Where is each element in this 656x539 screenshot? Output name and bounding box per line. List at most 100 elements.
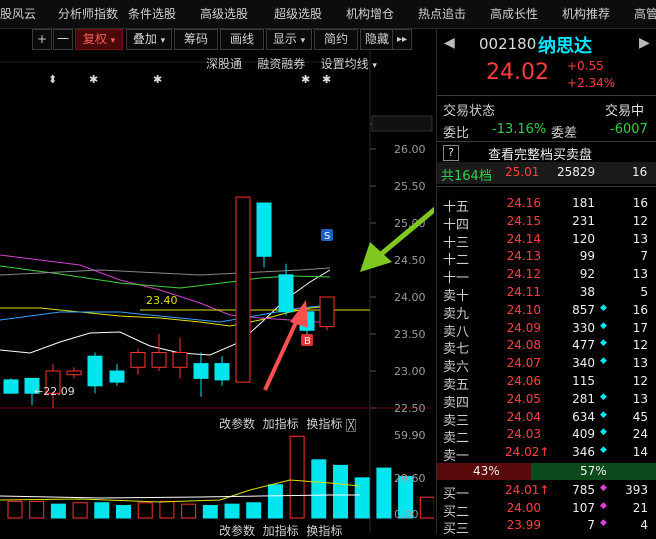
volume-bar — [181, 503, 197, 519]
event-marker-icon[interactable]: ✱ — [89, 73, 98, 86]
book-price: 24.05 — [506, 391, 541, 406]
sell-ratio: 43% — [473, 464, 500, 478]
book-price: 24.06 — [506, 374, 541, 388]
event-marker-icon[interactable]: ✱ — [301, 73, 310, 86]
prev-stock-icon[interactable]: ◀ — [444, 35, 455, 51]
volume-bar — [202, 505, 218, 519]
book-price: 24.01↑ — [505, 483, 550, 497]
book-flag-icon: ◆ — [600, 302, 607, 313]
switch-indicator-button[interactable]: 换指标 — [306, 417, 342, 431]
zoom-out-button[interactable]: 一 — [53, 29, 73, 50]
book-flag-icon: ◆ — [600, 518, 607, 528]
link-ma-settings[interactable]: 设置均线 — [321, 57, 369, 71]
zoom-in-button[interactable]: + — [32, 29, 52, 50]
next-stock-icon[interactable]: ▶ — [639, 35, 650, 51]
book-level-label: 十三 — [443, 235, 470, 251]
draw-line-button[interactable]: 画线 — [220, 29, 264, 50]
tab-7[interactable]: 高成长性 — [490, 0, 538, 28]
high-label: 23.40 — [146, 294, 178, 307]
candle-body — [278, 274, 294, 313]
book-volume: 340 — [572, 356, 595, 371]
book-count: 13 — [632, 231, 648, 246]
tab-1[interactable]: 分析师指数 — [58, 0, 118, 28]
last-price: 24.02 — [486, 60, 549, 85]
kline-chart[interactable]: 26.2726.0025.5025.0024.5024.0023.5023.00… — [0, 50, 434, 533]
stock-code: 002180 — [479, 35, 537, 53]
book-volume: 92 — [579, 267, 595, 282]
book-price: 24.08 — [506, 338, 541, 353]
chevron-down-icon: ▾ — [110, 36, 116, 46]
top-tab-bar: 股风云 分析师指数 条件选股 高级选股 超级选股 机构增仓 热点追击 高成长性 机构推荐 高管 — [0, 0, 656, 29]
book-level-label: 卖六 — [443, 360, 470, 376]
add-indicator-button[interactable]: 加指标 — [263, 524, 299, 538]
volume-tick: 29.60 — [394, 472, 426, 485]
volume-bar — [333, 464, 348, 519]
book-volume: 231 — [572, 213, 595, 228]
book-flag-icon: ◆ — [600, 391, 607, 402]
book-count: 12 — [632, 374, 648, 388]
book-count: 16 — [632, 302, 648, 317]
tab-8[interactable]: 机构推荐 — [562, 0, 610, 28]
price-tick: 22.50 — [394, 402, 426, 415]
price-change-pct: +2.34% — [567, 76, 616, 90]
tab-2[interactable]: 条件选股 — [128, 0, 176, 28]
overlay-dropdown[interactable]: 叠加 ▾ — [126, 29, 172, 50]
weicha-label: 委差 — [551, 126, 578, 141]
add-indicator-button[interactable]: 加指标 — [263, 417, 299, 431]
link-rongzi[interactable]: 融资融券 — [257, 57, 305, 71]
candle-body — [109, 370, 125, 383]
tab-5[interactable]: 机构增仓 — [346, 0, 394, 28]
event-marker-icon[interactable]: ✱ — [153, 73, 162, 86]
fuquan-dropdown[interactable]: 复权 ▾ — [75, 29, 123, 50]
chart-top-links: 深股通 融资融券 设置均线 ▾ — [206, 55, 377, 72]
tab-6[interactable]: 热点追击 — [418, 0, 466, 28]
switch-indicator-button[interactable]: 换指标 — [306, 524, 342, 538]
tab-0[interactable]: 股风云 — [0, 0, 36, 28]
link-shengutong[interactable]: 深股通 — [206, 57, 242, 71]
help-icon[interactable]: ? — [443, 145, 459, 161]
book-volume: 477 — [572, 338, 595, 353]
hide-button[interactable]: 隐藏 — [360, 29, 394, 50]
book-level-label: 卖四 — [443, 395, 470, 411]
book-price: 24.00 — [506, 500, 541, 515]
event-marker-icon[interactable]: ✱ — [322, 73, 331, 86]
full-book-link[interactable]: 查看完整档买卖盘 — [488, 144, 592, 163]
volume-bar — [50, 503, 66, 519]
price-tick: 25.50 — [394, 180, 426, 193]
display-dropdown[interactable]: 显示 ▾ — [266, 29, 312, 50]
indicator-toolbar-2: 改参数 加指标 换指标 — [219, 522, 342, 539]
book-count: 5 — [640, 285, 648, 299]
book-flag-icon: ◆ — [600, 427, 607, 438]
book-flag-icon: ◆ — [600, 338, 607, 349]
book-volume: 38 — [579, 285, 595, 299]
price-tick: 26.00 — [394, 143, 426, 156]
book-price: 24.03 — [506, 427, 541, 442]
expand-icon[interactable]: ▸▸ — [392, 29, 412, 50]
indicator-toolbar: 改参数 加指标 换指标 ╳ — [219, 415, 357, 432]
candle-body — [3, 379, 19, 394]
event-marker-icon[interactable]: ⬍ — [48, 73, 57, 86]
book-price: 24.07 — [506, 356, 541, 371]
tab-4[interactable]: 超级选股 — [274, 0, 322, 28]
book-price: 24.09 — [506, 320, 541, 335]
simple-mode-button[interactable]: 简约 — [314, 29, 358, 50]
chevron-down-icon: ▾ — [300, 36, 306, 46]
book-volume: 346 — [572, 445, 595, 460]
book-price: 24.15 — [506, 213, 541, 228]
buy-signal-text: B — [304, 336, 311, 347]
tab-9[interactable]: 高管 — [634, 0, 656, 28]
book-count: 17 — [632, 320, 648, 335]
buy-ratio: 57% — [580, 464, 607, 478]
close-icon[interactable]: ╳ — [346, 419, 357, 432]
stock-name: 纳思达 — [538, 36, 592, 57]
price-tick-box — [371, 115, 433, 132]
edit-params-button[interactable]: 改参数 — [219, 417, 255, 431]
sell-signal-text: S — [324, 231, 330, 242]
chip-button[interactable]: 筹码 — [174, 29, 218, 50]
volume-bar — [137, 502, 153, 519]
edit-params-button[interactable]: 改参数 — [219, 524, 255, 538]
volume-bar — [159, 500, 175, 519]
book-count: 16 — [632, 196, 648, 210]
tab-3[interactable]: 高级选股 — [200, 0, 248, 28]
book-flag-icon: ◆ — [600, 409, 607, 420]
